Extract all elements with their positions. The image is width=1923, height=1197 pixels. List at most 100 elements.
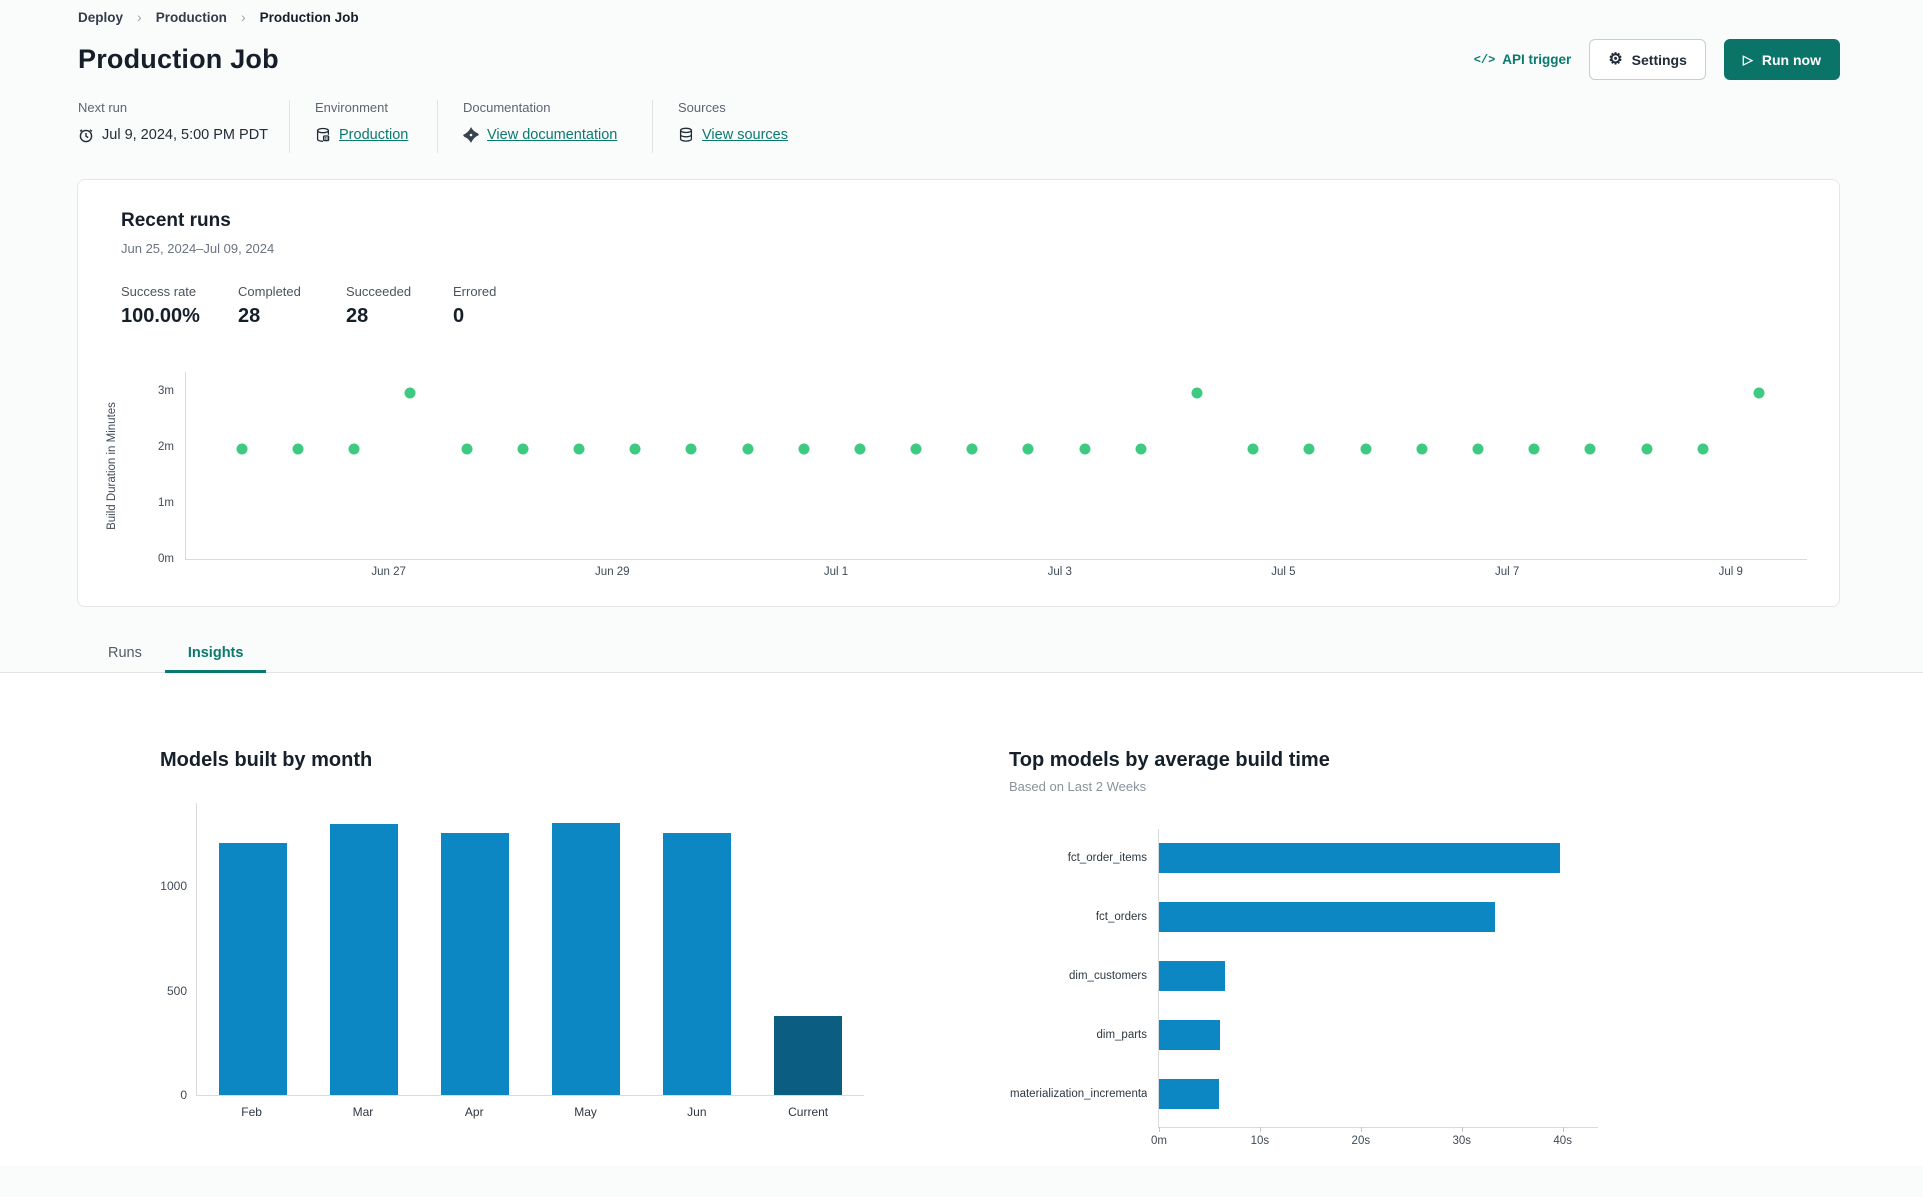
run-dot[interactable] — [1584, 443, 1596, 455]
run-now-button[interactable]: ▷ Run now — [1723, 39, 1840, 80]
environment-column: Environment Production — [290, 100, 438, 153]
recent-runs-title: Recent runs — [121, 210, 231, 231]
run-dot[interactable] — [517, 443, 529, 455]
bar-slot — [753, 803, 864, 1095]
run-dot[interactable] — [1360, 443, 1372, 455]
run-dot[interactable] — [1753, 387, 1765, 399]
x-tick-label: 30s — [1452, 1135, 1472, 1147]
run-dot[interactable] — [1416, 443, 1428, 455]
x-tick-mark — [1259, 1127, 1261, 1132]
database-icon — [678, 127, 694, 143]
stat-value: 28 — [346, 305, 369, 327]
run-dot[interactable] — [236, 443, 248, 455]
month-bar — [774, 1015, 843, 1095]
x-tick-label: Current — [788, 1105, 829, 1119]
tab-insights[interactable]: Insights — [164, 635, 267, 673]
month-bar — [440, 833, 509, 1095]
stat-success-rate: Success rate 100.00% — [121, 284, 238, 328]
y-tick-label: 1000 — [160, 879, 187, 894]
models-built-chart: Models built by month 0 500 1000 Feb Mar Apr… — [160, 749, 905, 1128]
page-header: Production Job </> API trigger ⚙ Setting… — [0, 25, 1923, 80]
model-bar — [1159, 1079, 1219, 1109]
chevron-right-icon: › — [137, 9, 142, 25]
production-job-page: Deploy › Production › Production Job Pro… — [0, 0, 1923, 1197]
run-dot[interactable] — [1022, 443, 1034, 455]
run-dot[interactable] — [1641, 443, 1653, 455]
environment-value-row: Production — [315, 127, 437, 153]
documentation-column: Documentation View documentation — [438, 100, 653, 153]
run-dot[interactable] — [1528, 443, 1540, 455]
dbt-logo-icon — [463, 127, 479, 143]
run-dot[interactable] — [1191, 387, 1203, 399]
x-tick-mark — [1461, 1127, 1463, 1132]
stat-value: 28 — [238, 305, 261, 327]
bar-slot — [197, 803, 308, 1095]
run-dot[interactable] — [461, 443, 473, 455]
breadcrumb-production-job: Production Job — [259, 9, 359, 25]
run-dot[interactable] — [348, 443, 360, 455]
x-tick-label: Jul 9 — [1718, 566, 1743, 578]
job-tabs: Runs Insights — [0, 635, 1923, 673]
header-actions: </> API trigger ⚙ Settings ▷ Run now — [1474, 39, 1840, 80]
run-dot[interactable] — [1247, 443, 1259, 455]
top-models-chart: Top models by average build time Based o… — [1009, 749, 1669, 1147]
run-dot[interactable] — [629, 443, 641, 455]
run-dot[interactable] — [798, 443, 810, 455]
x-tick-mark — [1562, 1127, 1564, 1132]
sources-column: Sources View sources — [653, 100, 788, 153]
stat-succeeded: Succeeded 28 — [346, 284, 453, 328]
run-dot[interactable] — [742, 443, 754, 455]
run-dot[interactable] — [404, 387, 416, 399]
run-dot[interactable] — [685, 443, 697, 455]
run-dot[interactable] — [1135, 443, 1147, 455]
run-dot[interactable] — [292, 443, 304, 455]
y-tick-label: 0m — [158, 553, 174, 565]
x-tick-label: Jul 1 — [823, 566, 849, 578]
run-dot[interactable] — [1303, 443, 1315, 455]
run-dot[interactable] — [573, 443, 585, 455]
month-bar — [552, 822, 621, 1095]
models-built-title: Models built by month — [160, 749, 373, 771]
run-dot[interactable] — [1079, 443, 1091, 455]
api-trigger-label: API trigger — [1502, 52, 1572, 67]
insights-panel: Models built by month 0 500 1000 Feb Mar Apr… — [0, 673, 1923, 1166]
recent-runs-date-range: Jun 25, 2024–Jul 09, 2024 — [121, 241, 275, 256]
run-now-button-label: Run now — [1761, 51, 1821, 68]
month-bar — [663, 833, 732, 1095]
bar-slot — [531, 803, 642, 1095]
chevron-right-icon: › — [240, 9, 246, 25]
x-tick-mark — [1159, 1127, 1160, 1132]
view-sources-link[interactable]: View sources — [702, 127, 788, 143]
breadcrumb-production[interactable]: Production — [156, 10, 227, 25]
stat-completed: Completed 28 — [238, 284, 346, 328]
sources-value-row: View sources — [678, 127, 788, 153]
top-models-subtitle: Based on Last 2 Weeks — [1009, 779, 1147, 794]
stat-value: 0 — [453, 305, 465, 327]
view-documentation-link[interactable]: View documentation — [487, 127, 617, 143]
settings-button[interactable]: ⚙ Settings — [1589, 39, 1706, 80]
environment-link[interactable]: Production — [339, 127, 408, 143]
x-tick-label: Jul 7 — [1494, 566, 1520, 578]
run-dot[interactable] — [1472, 443, 1484, 455]
stat-label: Completed — [238, 284, 301, 299]
run-dot[interactable] — [966, 443, 978, 455]
model-bar — [1159, 902, 1496, 932]
build-duration-chart: Build Duration in Minutes 0m 1m 2m 3m Jun 27… — [106, 372, 1807, 578]
x-tick-label: Jul 3 — [1047, 566, 1072, 578]
run-dot[interactable] — [1697, 443, 1709, 455]
tab-runs[interactable]: Runs — [85, 635, 165, 672]
breadcrumb-deploy[interactable]: Deploy — [78, 10, 123, 25]
insights-charts-row: Models built by month 0 500 1000 Feb Mar Apr… — [0, 673, 1923, 1147]
models-built-xlabels: Feb Mar Apr May Jun Current — [196, 1096, 864, 1119]
run-dot[interactable] — [910, 443, 922, 455]
model-bar — [1159, 1020, 1220, 1050]
month-bar — [329, 823, 398, 1095]
breadcrumb: Deploy › Production › Production Job — [0, 0, 1923, 25]
x-tick-label: Jul 5 — [1271, 566, 1296, 578]
y-tick-label: 2m — [158, 440, 174, 453]
x-tick-label: Feb — [241, 1105, 262, 1119]
x-tick-label: Jun — [687, 1105, 707, 1119]
api-trigger-link[interactable]: </> API trigger — [1474, 52, 1572, 67]
build-duration-plot: Build Duration in Minutes 0m 1m 2m 3m Jun 27… — [106, 372, 1807, 578]
run-dot[interactable] — [854, 443, 866, 455]
